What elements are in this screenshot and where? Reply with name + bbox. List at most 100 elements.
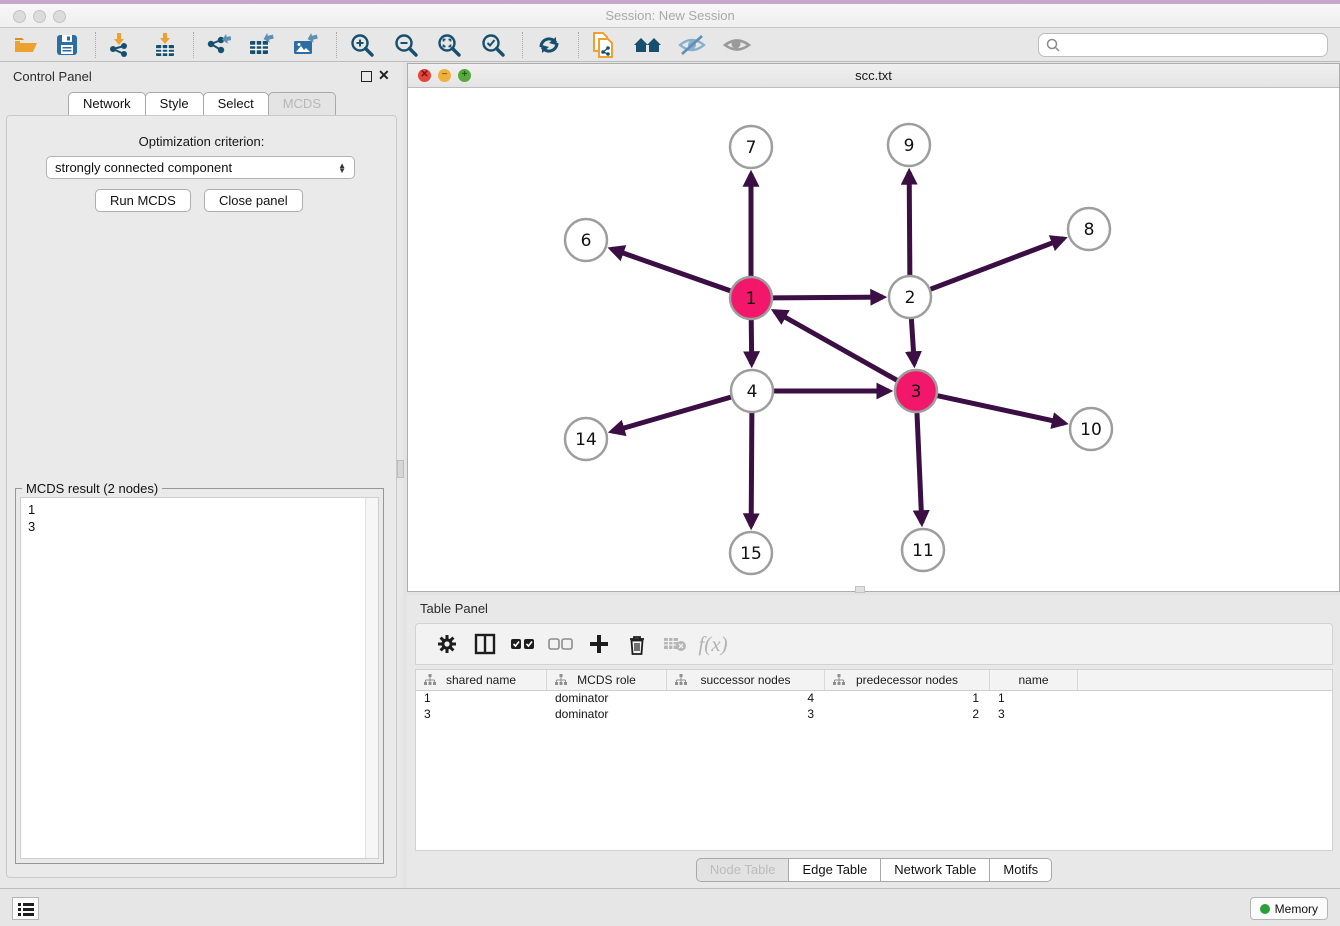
node-1[interactable]: 1 [730, 277, 772, 319]
tab-style[interactable]: Style [145, 92, 204, 115]
select-all-columns-button[interactable] [504, 637, 542, 651]
mcds-result-item[interactable]: 3 [28, 518, 378, 535]
create-column-button[interactable] [580, 634, 618, 654]
node-6[interactable]: 6 [565, 219, 607, 261]
zoom-in-button[interactable] [343, 30, 381, 60]
tab-network[interactable]: Network [68, 92, 146, 115]
cell-shared-name[interactable]: 1 [416, 691, 547, 707]
zoom-fit-button[interactable] [430, 30, 468, 60]
column-header-mcds-role[interactable]: MCDS role [547, 670, 667, 690]
close-panel-button[interactable]: Close panel [204, 189, 303, 212]
node-8[interactable]: 8 [1068, 208, 1110, 250]
network-graph[interactable]: 7 9 6 8 1 2 4 3 14 10 15 11 [408, 89, 1339, 591]
edge-1-6[interactable] [611, 249, 730, 291]
save-session-button[interactable] [48, 30, 86, 60]
import-network-button[interactable] [100, 30, 138, 60]
run-mcds-button[interactable]: Run MCDS [95, 189, 191, 212]
cell-successor-nodes[interactable]: 4 [667, 691, 825, 707]
memory-button[interactable]: Memory [1250, 897, 1328, 920]
open-session-button[interactable] [6, 30, 44, 60]
tab-node-table[interactable]: Node Table [696, 858, 790, 882]
edge-3-11[interactable] [917, 413, 922, 523]
panel-splitter-handle[interactable] [397, 460, 404, 478]
optimization-select[interactable]: strongly connected component ▲▼ [46, 156, 355, 179]
import-table-button[interactable] [146, 30, 184, 60]
tab-edge-table[interactable]: Edge Table [788, 858, 881, 882]
task-history-button[interactable] [12, 897, 39, 920]
edge-4-14[interactable] [612, 397, 731, 431]
column-header-successor-nodes[interactable]: successor nodes [667, 670, 825, 690]
mcds-result-list[interactable]: 13 [20, 497, 379, 859]
toolbar-separator [578, 32, 579, 58]
maximize-view-button[interactable]: + [458, 69, 471, 82]
table-settings-button[interactable] [428, 633, 466, 655]
scrollbar[interactable] [365, 498, 378, 858]
cell-name[interactable]: 1 [990, 691, 1078, 707]
refresh-layout-button[interactable] [530, 30, 568, 60]
tab-mcds[interactable]: MCDS [268, 92, 336, 115]
search-input[interactable] [1064, 38, 1327, 52]
edge-3-10[interactable] [937, 396, 1064, 424]
zoom-window-button[interactable] [53, 10, 66, 23]
close-window-button[interactable] [13, 10, 26, 23]
cell-MCDS-role[interactable]: dominator [547, 707, 667, 723]
edge-3-1[interactable] [775, 311, 897, 380]
search-field[interactable] [1038, 33, 1328, 57]
minimize-window-button[interactable] [33, 10, 46, 23]
hide-selected-button[interactable] [673, 30, 711, 60]
network-window-titlebar[interactable]: ✕ − + scc.txt [408, 64, 1339, 88]
node-2[interactable]: 2 [889, 276, 931, 318]
table-row[interactable]: 3dominator323 [416, 707, 1332, 723]
tab-motifs[interactable]: Motifs [989, 858, 1052, 882]
export-image-button[interactable] [286, 30, 324, 60]
table-row[interactable]: 1dominator411 [416, 691, 1332, 707]
zoom-selected-button[interactable] [474, 30, 512, 60]
node-9[interactable]: 9 [888, 124, 930, 166]
import-table-icon [153, 33, 177, 57]
mcds-result-item[interactable]: 1 [28, 501, 378, 518]
show-all-button[interactable] [718, 30, 756, 60]
node-11[interactable]: 11 [902, 529, 944, 571]
edge-2-3[interactable] [911, 319, 914, 364]
home-button[interactable] [629, 30, 667, 60]
edge-2-8[interactable] [931, 239, 1064, 290]
minimize-view-button[interactable]: − [438, 69, 451, 82]
column-header-shared-name[interactable]: shared name [416, 670, 547, 690]
column-header-predecessor-nodes[interactable]: predecessor nodes [825, 670, 990, 690]
edge-2-9[interactable] [909, 172, 910, 275]
cell-shared-name[interactable]: 3 [416, 707, 547, 723]
cell-predecessor-nodes[interactable]: 1 [825, 691, 990, 707]
export-network-button[interactable] [199, 30, 237, 60]
deselect-all-columns-button[interactable] [542, 637, 580, 651]
node-table[interactable]: shared name MCDS role successor nodes pr… [415, 669, 1333, 851]
edge-1-2[interactable] [773, 297, 883, 298]
edge-4-15[interactable] [751, 413, 752, 526]
cell-name[interactable]: 3 [990, 707, 1078, 723]
vertical-splitter-handle[interactable] [855, 586, 865, 593]
columns-icon [474, 633, 496, 655]
zoom-out-button[interactable] [387, 30, 425, 60]
show-columns-button[interactable] [466, 633, 504, 655]
close-panel-icon[interactable]: ✕ [378, 67, 390, 84]
node-10[interactable]: 10 [1070, 408, 1112, 450]
float-panel-icon[interactable] [361, 71, 372, 82]
export-table-button[interactable] [242, 30, 280, 60]
delete-table-button[interactable] [656, 636, 694, 652]
column-header-name[interactable]: name [990, 670, 1078, 690]
tab-network-table[interactable]: Network Table [880, 858, 990, 882]
node-3[interactable]: 3 [895, 370, 937, 412]
node-14[interactable]: 14 [565, 418, 607, 460]
hierarchy-icon [675, 674, 687, 686]
node-7[interactable]: 7 [730, 126, 772, 168]
tab-select[interactable]: Select [203, 92, 269, 115]
node-15[interactable]: 15 [730, 532, 772, 574]
close-view-button[interactable]: ✕ [418, 69, 431, 82]
delete-column-button[interactable] [618, 634, 656, 655]
node-4[interactable]: 4 [731, 370, 773, 412]
titlebar[interactable]: Session: New Session [0, 4, 1340, 28]
clone-network-button[interactable] [585, 30, 623, 60]
cell-predecessor-nodes[interactable]: 2 [825, 707, 990, 723]
function-builder-button[interactable]: f(x) [694, 632, 732, 657]
cell-MCDS-role[interactable]: dominator [547, 691, 667, 707]
cell-successor-nodes[interactable]: 3 [667, 707, 825, 723]
